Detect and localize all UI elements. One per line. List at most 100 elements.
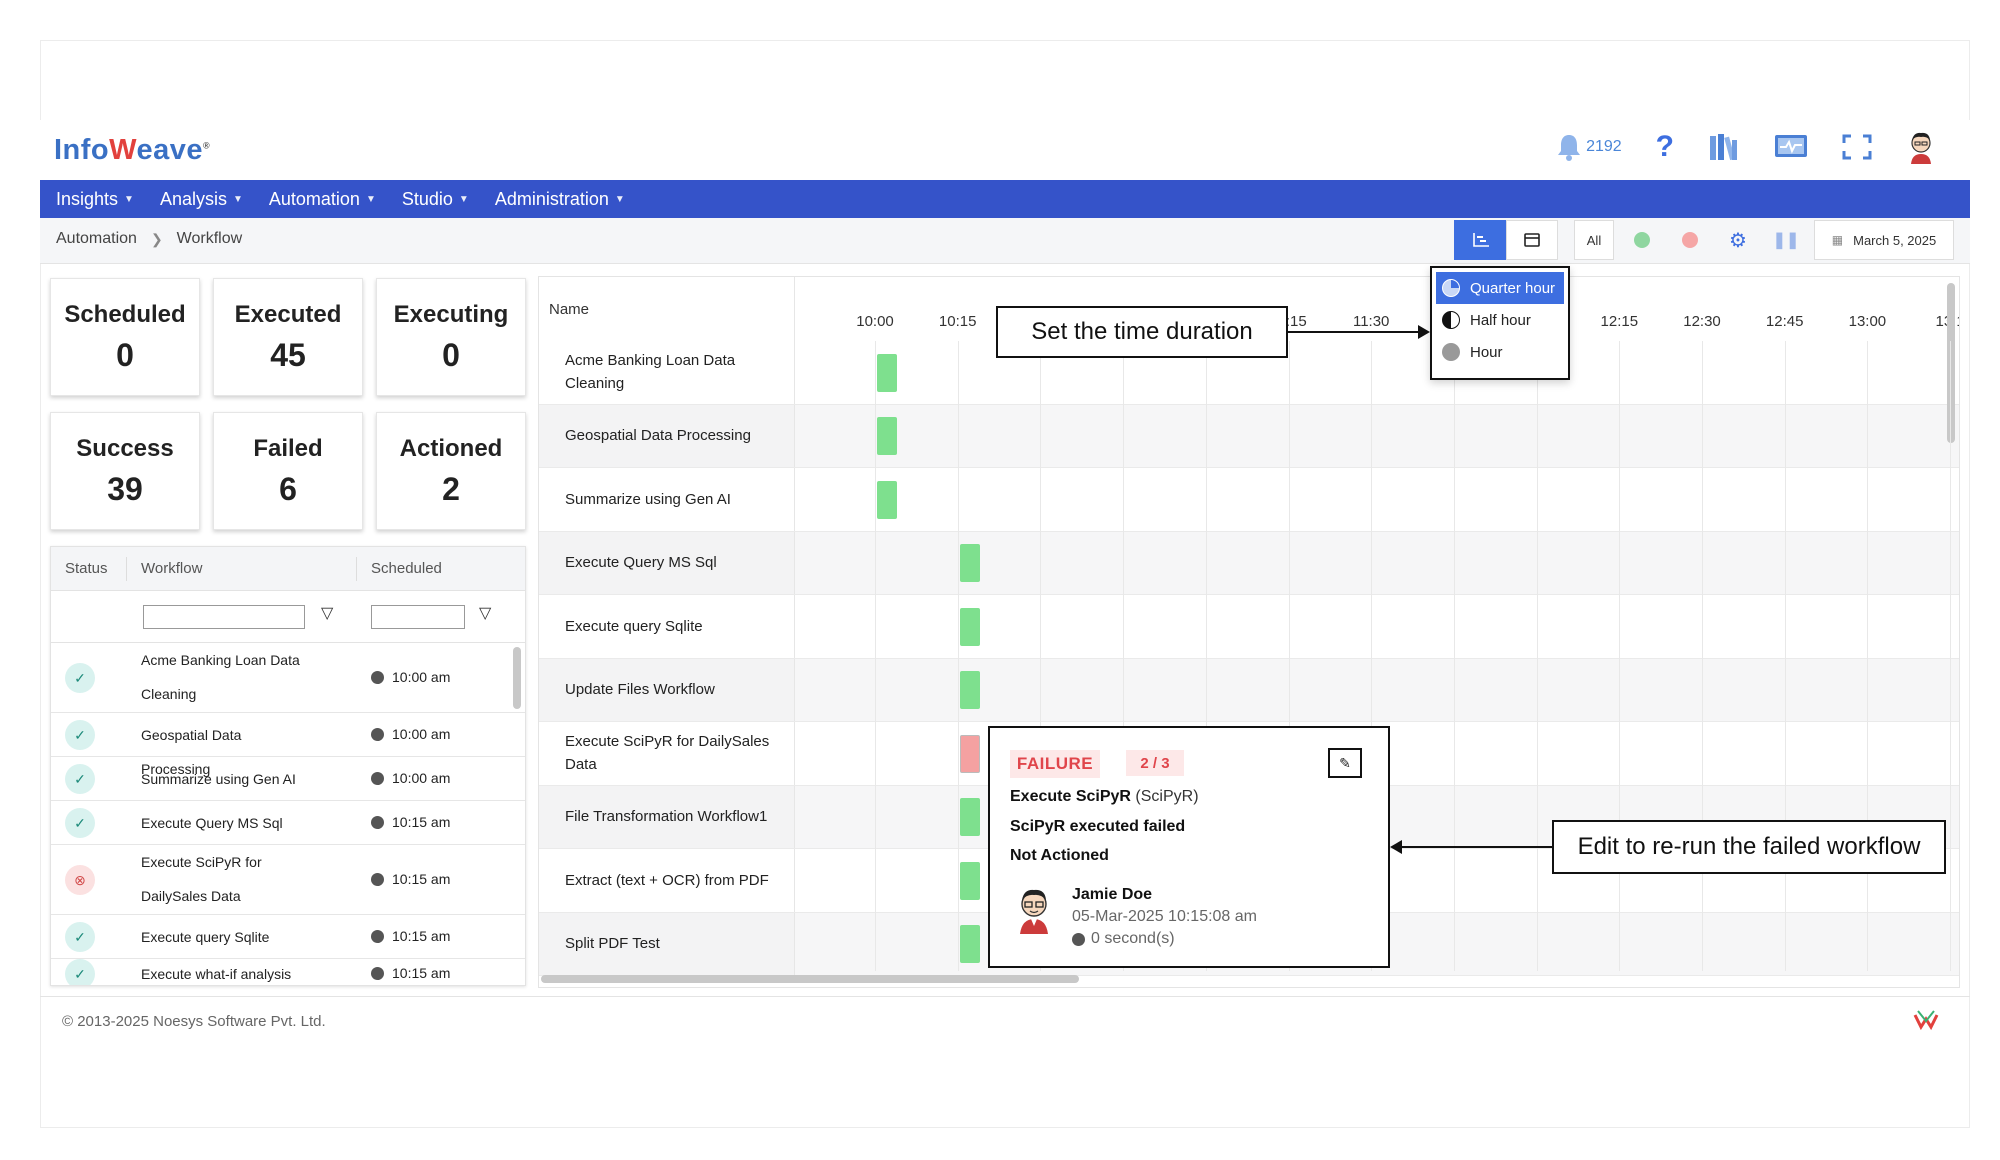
success-run-bar[interactable] <box>959 798 980 837</box>
clock-icon <box>371 929 384 943</box>
clock-icon <box>371 771 384 785</box>
filter-failed-button[interactable] <box>1670 220 1710 260</box>
date-picker[interactable]: ▦ March 5, 2025 <box>1814 220 1954 260</box>
nav-insights[interactable]: Insights ▼ <box>56 189 134 210</box>
scheduled-time: 10:00 am <box>371 726 450 742</box>
stat-card-scheduled[interactable]: Scheduled 0 <box>50 278 200 396</box>
table-row[interactable]: ✓ Summarize using Gen AI 10:00 am <box>51 757 525 801</box>
stat-label: Executing <box>393 301 509 328</box>
success-run-bar[interactable] <box>959 544 980 583</box>
column-header-workflow[interactable]: Workflow <box>127 556 357 581</box>
success-run-bar[interactable] <box>877 417 897 456</box>
clock-icon <box>371 966 384 980</box>
timeline-row-name: Extract (text + OCR) from PDF <box>539 849 795 912</box>
failed-run-bar[interactable] <box>959 734 980 773</box>
stat-value: 39 <box>107 471 143 507</box>
timeline-row-name: Execute query Sqlite <box>539 595 795 658</box>
nav-administration[interactable]: Administration ▼ <box>495 189 625 210</box>
column-header-scheduled[interactable]: Scheduled <box>357 557 517 581</box>
scheduled-time: 10:00 am <box>371 770 450 786</box>
clock-icon <box>371 815 384 829</box>
success-run-bar[interactable] <box>959 925 980 964</box>
duration-option-hour[interactable]: Hour <box>1436 336 1564 368</box>
help-button[interactable]: ? <box>1656 130 1674 164</box>
stat-card-executing[interactable]: Executing 0 <box>376 278 526 396</box>
table-row[interactable]: ⊗ Execute SciPyR for DailySales Data 10:15… <box>51 845 525 915</box>
breadcrumb: Automation ❯ Workflow <box>56 230 242 248</box>
stat-label: Success <box>76 435 174 462</box>
grid-line <box>1867 341 1869 971</box>
filter-all-button[interactable]: All <box>1574 220 1614 260</box>
stat-card-success[interactable]: Success 39 <box>50 412 200 530</box>
stat-card-actioned[interactable]: Actioned 2 <box>376 412 526 530</box>
timeline-row-name: Split PDF Test <box>539 912 795 975</box>
success-run-bar[interactable] <box>877 353 897 392</box>
table-header: Status Workflow Scheduled <box>51 547 525 591</box>
timeline-name-header: Name <box>539 277 795 341</box>
grid-line <box>875 341 876 971</box>
time-tick-label: 10:00 <box>856 313 894 330</box>
timeline-view-button[interactable] <box>1454 220 1506 260</box>
timeline-row-name: File Transformation Workflow1 <box>539 785 795 848</box>
timeline-row: Geospatial Data Processing <box>539 404 1959 468</box>
monitor-button[interactable] <box>1774 133 1808 161</box>
scheduled-time: 10:15 am <box>371 928 450 944</box>
duration-option-quarter-hour[interactable]: Quarter hour <box>1436 272 1564 304</box>
edit-rerun-button[interactable]: ✎ <box>1328 748 1362 778</box>
stat-value: 45 <box>270 337 306 373</box>
time-tick-label: 12:30 <box>1683 313 1721 330</box>
filter-row: ▽ ▽ <box>51 591 525 643</box>
duration-option-half-hour[interactable]: Half hour <box>1436 304 1564 336</box>
stat-label: Actioned <box>399 435 503 462</box>
settings-button[interactable]: ⚙ <box>1718 220 1758 260</box>
success-run-bar[interactable] <box>959 671 980 710</box>
table-row[interactable]: ✓ Execute query Sqlite 10:15 am <box>51 915 525 959</box>
nav-studio[interactable]: Studio ▼ <box>402 189 469 210</box>
stat-card-failed[interactable]: Failed 6 <box>213 412 363 530</box>
task-name: Execute SciPyR <box>1010 788 1131 805</box>
pause-button[interactable]: ❚❚ <box>1766 220 1806 260</box>
filter-icon[interactable]: ▽ <box>479 603 491 623</box>
run-duration: 0 second(s) <box>1072 930 1175 948</box>
nav-automation[interactable]: Automation ▼ <box>269 189 376 210</box>
duration-dropdown: Quarter hour Half hour Hour <box>1430 266 1570 380</box>
table-row[interactable]: ✓ Acme Banking Loan Data Cleaning 10:00 am <box>51 643 525 713</box>
table-row[interactable]: ✓ Execute Query MS Sql 10:15 am <box>51 801 525 845</box>
success-run-bar[interactable] <box>959 861 980 900</box>
scheduled-filter-input[interactable] <box>371 605 465 629</box>
callout-edit: Edit to re-run the failed workflow <box>1552 820 1946 874</box>
filter-success-button[interactable] <box>1622 220 1662 260</box>
timeline-row: Execute Query MS Sql <box>539 531 1959 595</box>
scheduled-time: 10:15 am <box>371 814 450 830</box>
nav-analysis[interactable]: Analysis ▼ <box>160 189 243 210</box>
infoweave-logo[interactable]: InfoWeave® <box>54 134 210 167</box>
success-run-bar[interactable] <box>959 607 980 646</box>
fullscreen-button[interactable] <box>1842 134 1872 160</box>
breadcrumb-automation[interactable]: Automation <box>56 230 137 248</box>
success-run-bar[interactable] <box>877 480 897 519</box>
column-header-status[interactable]: Status <box>51 556 127 581</box>
horizontal-scrollbar[interactable] <box>541 975 1079 983</box>
success-status-icon: ✓ <box>65 922 95 952</box>
workflow-filter-input[interactable] <box>143 605 305 629</box>
grid-line <box>957 341 959 971</box>
notifications-button[interactable]: 2192 <box>1556 133 1622 161</box>
workflow-name: Acme Banking Loan Data Cleaning <box>141 652 300 702</box>
table-row[interactable]: ✓ Execute what-if analysis sales 10:15 am <box>51 959 525 985</box>
footer: © 2013-2025 Noesys Software Pvt. Ltd. <box>40 996 1970 1042</box>
monitor-icon <box>1775 135 1807 157</box>
table-scrollbar[interactable] <box>513 647 521 709</box>
filter-icon[interactable]: ▽ <box>321 603 333 623</box>
fullscreen-icon <box>1842 134 1872 160</box>
success-status-icon: ✓ <box>65 808 95 838</box>
toolbar: All ⚙ ❚❚ ▦ March 5, 2025 <box>1454 220 1954 260</box>
failure-details-popup: FAILURE 2 / 3 ✎ Execute SciPyR (SciPyR) … <box>988 726 1390 968</box>
quarter-pie-icon <box>1442 279 1460 297</box>
stat-card-executed[interactable]: Executed 45 <box>213 278 363 396</box>
table-row[interactable]: ✓ Geospatial Data Processing 10:00 am <box>51 713 525 777</box>
calendar-view-button[interactable] <box>1506 220 1558 260</box>
user-avatar-button[interactable] <box>1906 130 1936 164</box>
library-button[interactable] <box>1708 132 1740 162</box>
run-timestamp: 05-Mar-2025 10:15:08 am <box>1072 908 1257 925</box>
breadcrumb-workflow: Workflow <box>176 230 243 247</box>
